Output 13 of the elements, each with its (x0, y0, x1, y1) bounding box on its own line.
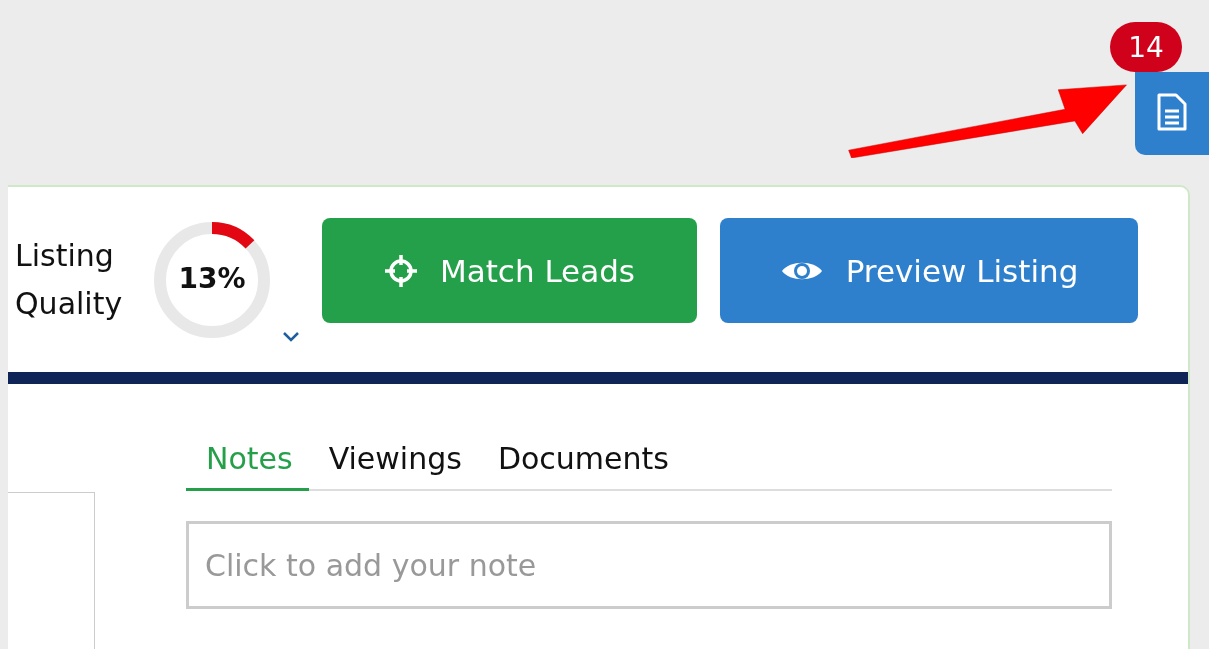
documents-button[interactable] (1135, 72, 1209, 155)
preview-listing-button[interactable]: Preview Listing (720, 218, 1138, 323)
quality-percent: 13% (177, 261, 247, 295)
tab[interactable]: Documents (481, 437, 685, 491)
tab[interactable]: Notes (186, 437, 309, 491)
note-input[interactable]: Click to add your note (186, 521, 1112, 609)
notification-badge: 14 (1110, 22, 1182, 72)
document-icon (1157, 93, 1187, 131)
chevron-down-icon[interactable] (282, 331, 300, 342)
match-leads-button[interactable]: Match Leads (322, 218, 697, 323)
crosshair-icon (383, 253, 418, 288)
tab[interactable]: Viewings (312, 437, 478, 491)
quality-label: Listing Quality (15, 236, 124, 323)
